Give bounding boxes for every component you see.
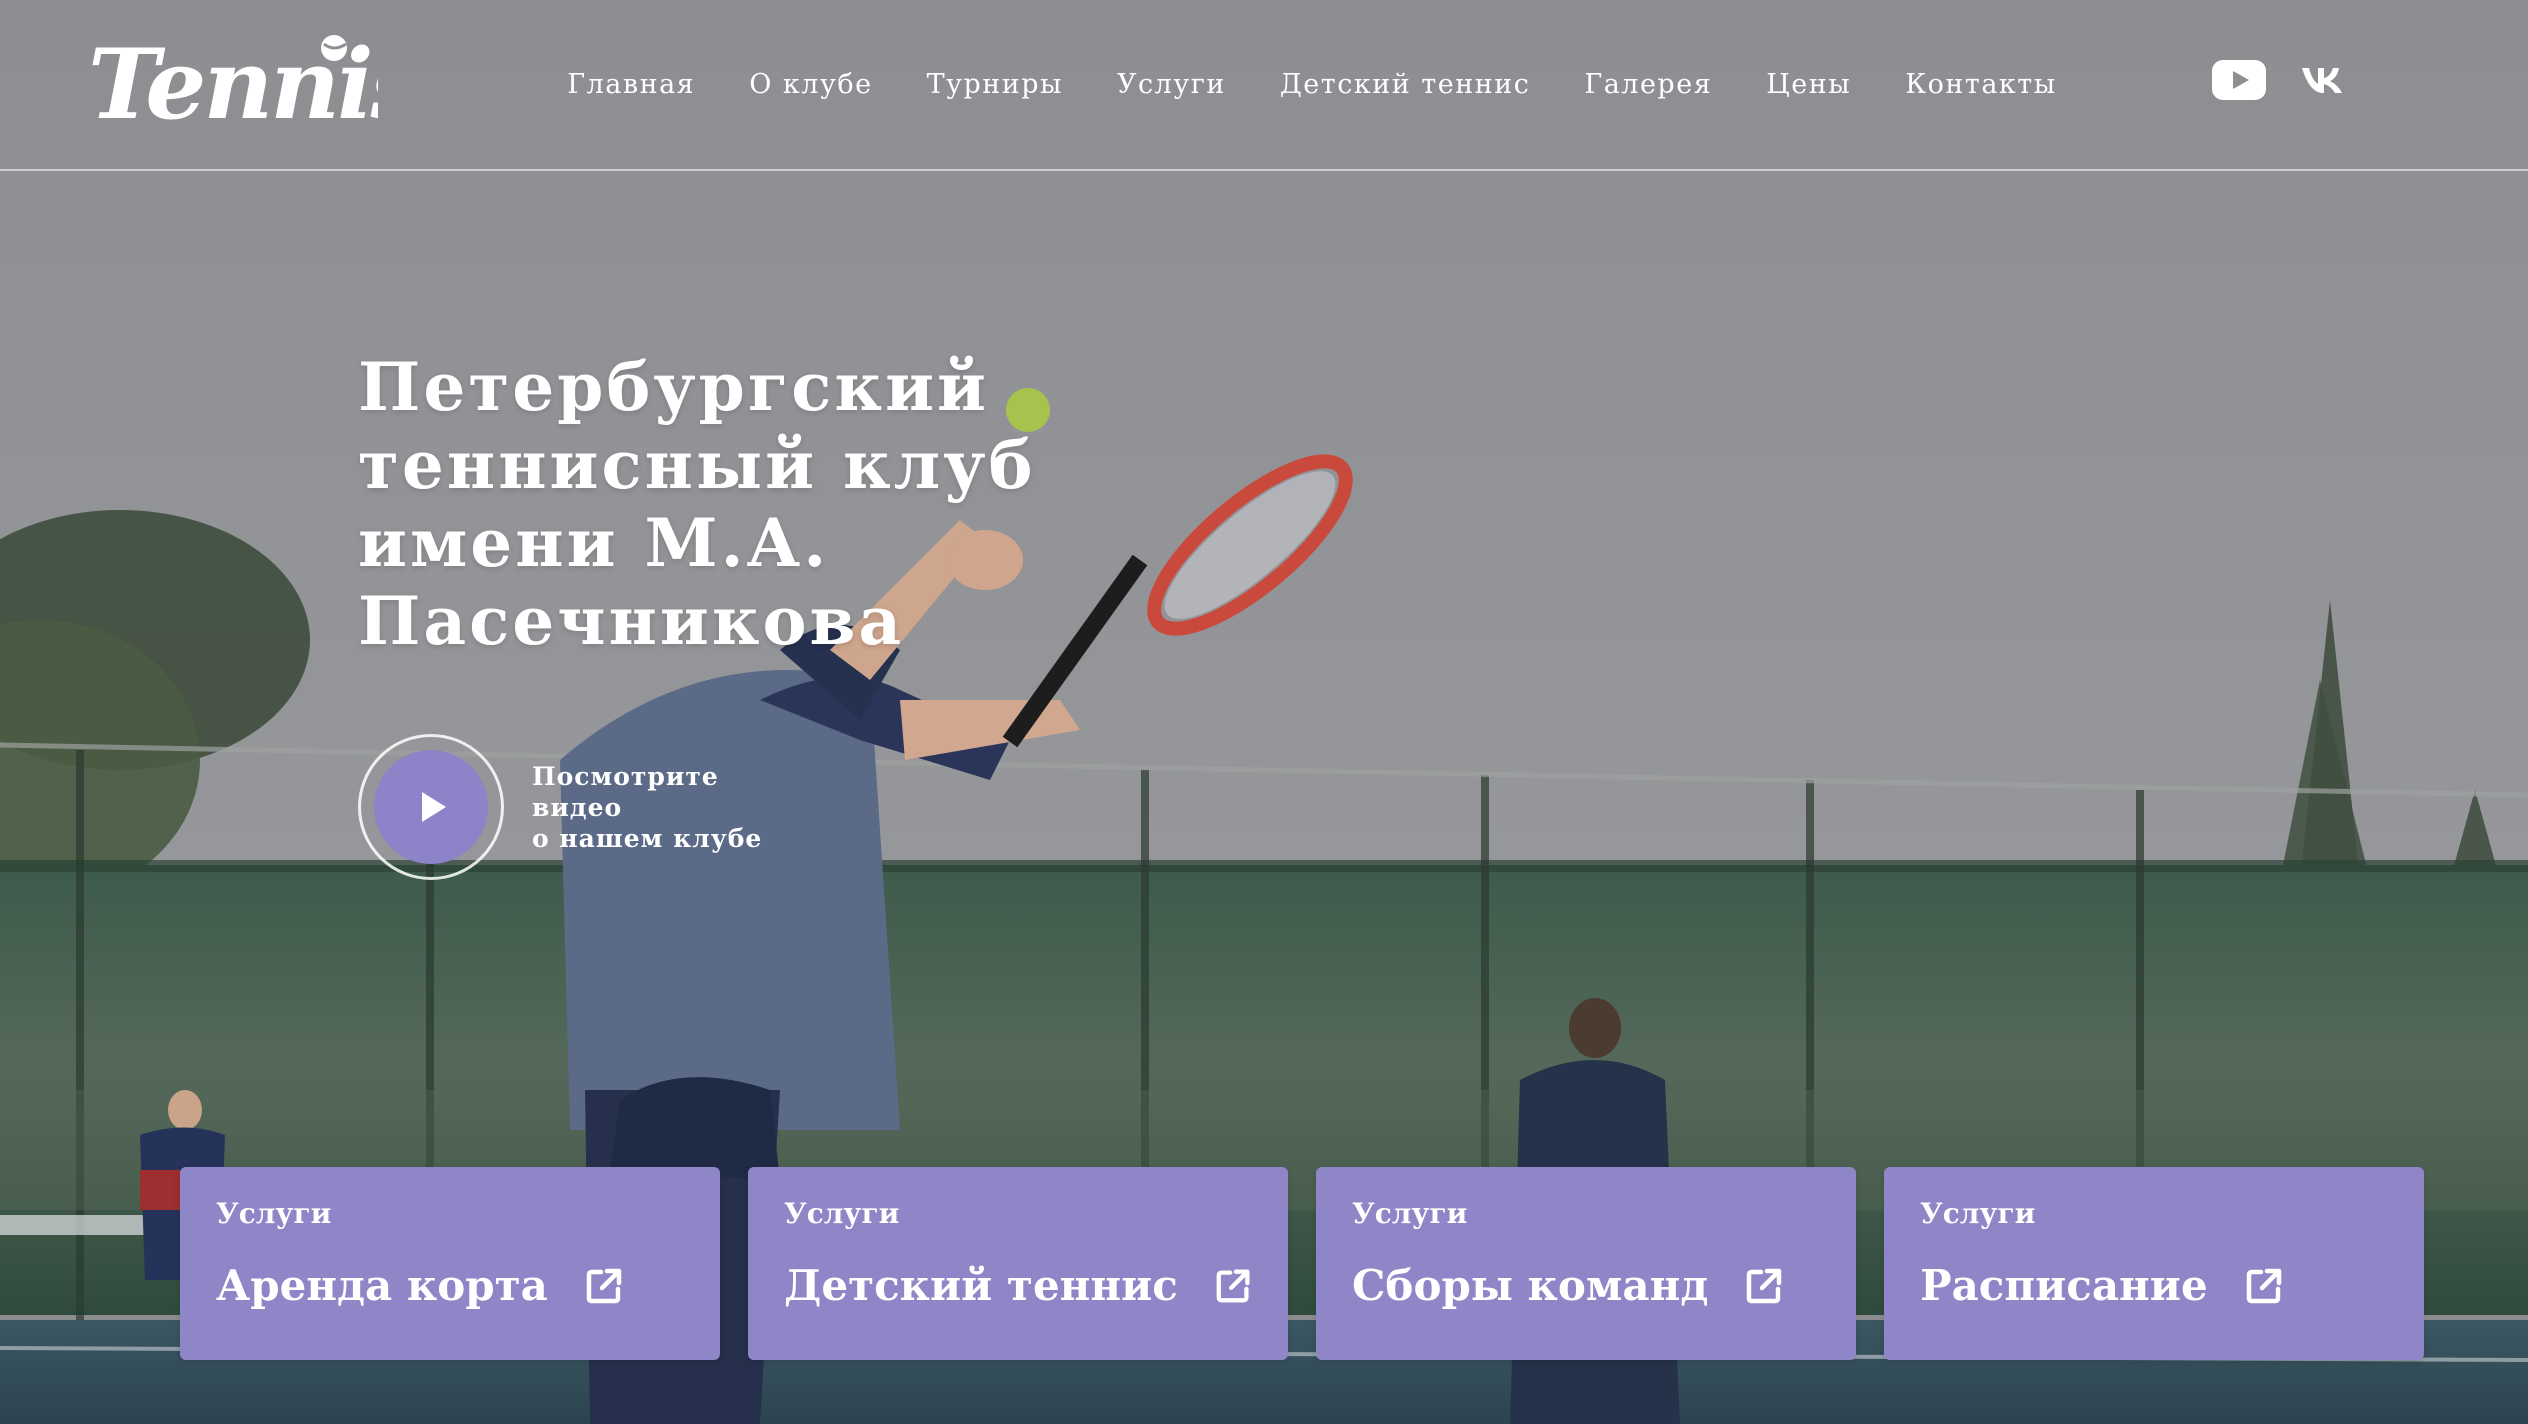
- nav-item-contacts[interactable]: Контакты: [1905, 69, 2056, 100]
- nav-item-gallery[interactable]: Галерея: [1584, 69, 1712, 100]
- vk-icon[interactable]: [2300, 65, 2348, 99]
- watch-video-cta: Посмотрите видео о нашем клубе: [358, 733, 812, 881]
- external-link-icon: [586, 1268, 622, 1304]
- service-card-court-rental[interactable]: Услуги Аренда корта: [180, 1167, 720, 1360]
- hero-title-line-2: теннисный клуб: [358, 426, 1036, 504]
- main-nav: Главная О клубе Турниры Услуги Детский т…: [0, 0, 2528, 169]
- social-links: [2212, 60, 2348, 104]
- nav-item-prices[interactable]: Цены: [1766, 69, 1851, 100]
- nav-item-services[interactable]: Услуги: [1117, 69, 1226, 100]
- external-link-icon: [2246, 1268, 2281, 1304]
- nav-item-tournaments[interactable]: Турниры: [927, 69, 1063, 100]
- hero-title-line-1: Петербургский: [358, 348, 989, 426]
- hero-title-line-4: Пасечникова: [358, 582, 905, 660]
- video-cta-line-2: о нашем клубе: [532, 823, 763, 853]
- nav-item-home[interactable]: Главная: [567, 69, 695, 100]
- hero-title: Петербургский теннисный клуб имени М.А. …: [358, 348, 1118, 660]
- card-kicker: Услуги: [1352, 1197, 1468, 1230]
- card-title: Аренда корта: [216, 1261, 548, 1310]
- service-cards: Услуги Аренда корта Услуги Детский тенни…: [180, 1167, 2424, 1360]
- card-title: Расписание: [1920, 1261, 2208, 1310]
- nav-item-kids-tennis[interactable]: Детский теннис: [1280, 69, 1530, 100]
- card-kicker: Услуги: [784, 1197, 900, 1230]
- card-title: Детский теннис: [784, 1261, 1178, 1310]
- video-cta-line-1: Посмотрите видео: [532, 761, 719, 822]
- service-card-kids-tennis[interactable]: Услуги Детский теннис: [748, 1167, 1288, 1360]
- nav-item-about[interactable]: О клубе: [749, 69, 872, 100]
- card-kicker: Услуги: [216, 1197, 332, 1230]
- service-card-team-camps[interactable]: Услуги Сборы команд: [1316, 1167, 1856, 1360]
- video-cta-text[interactable]: Посмотрите видео о нашем клубе: [532, 761, 812, 854]
- play-video-button[interactable]: [358, 734, 504, 880]
- external-link-icon: [1747, 1268, 1782, 1304]
- play-icon: [422, 792, 446, 822]
- youtube-icon[interactable]: [2212, 60, 2266, 104]
- site-header: Tennis Главная О клубе Турниры Услуги Де…: [0, 0, 2528, 171]
- hero-title-line-3: имени М.А.: [358, 504, 830, 582]
- card-title: Сборы команд: [1352, 1261, 1709, 1310]
- external-link-icon: [1216, 1269, 1250, 1303]
- card-kicker: Услуги: [1920, 1197, 2036, 1230]
- service-card-schedule[interactable]: Услуги Расписание: [1884, 1167, 2424, 1360]
